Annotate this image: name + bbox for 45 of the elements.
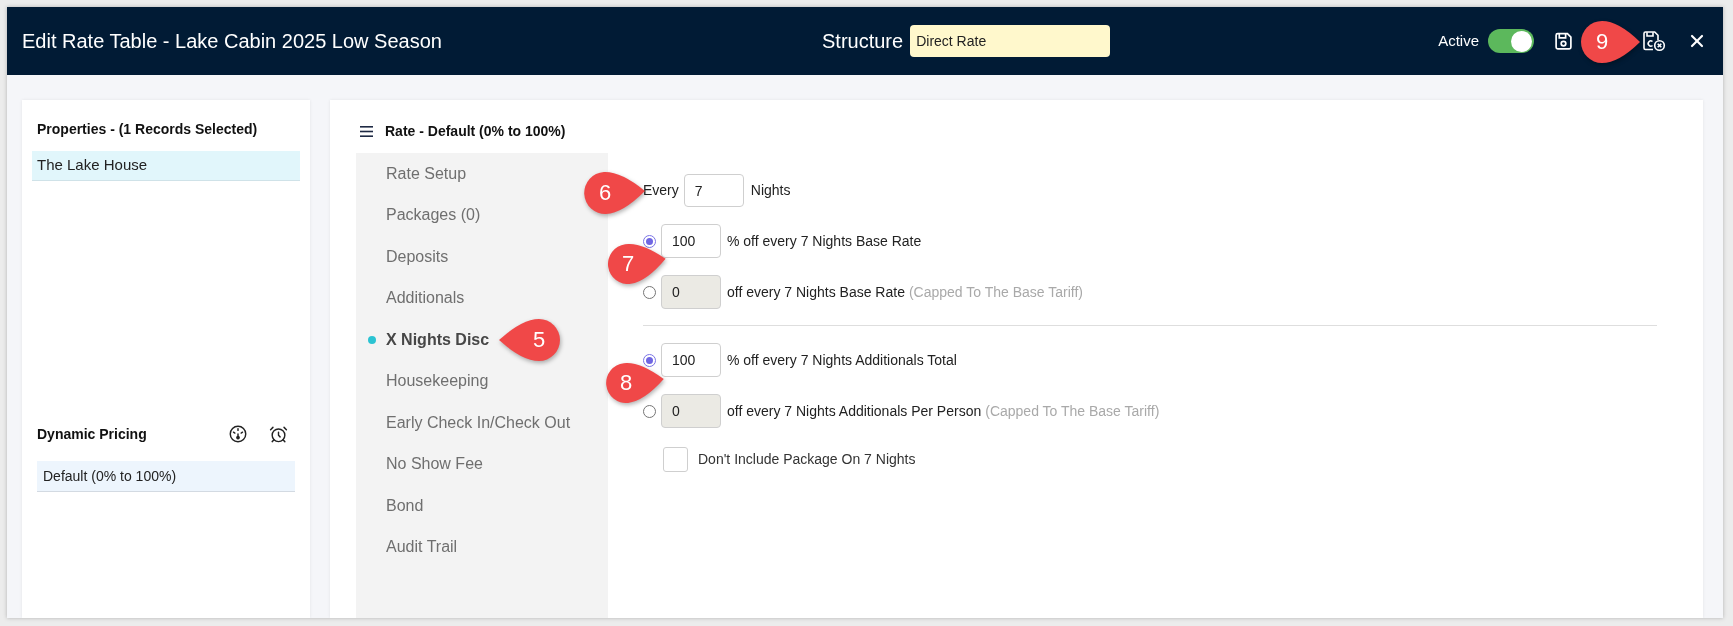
- floppy-x-icon[interactable]: [1642, 30, 1666, 52]
- menu-item[interactable]: X Nights Disc: [356, 319, 496, 361]
- pricing-item[interactable]: Default (0% to 100%): [37, 461, 295, 492]
- structure-field[interactable]: Direct Rate: [910, 25, 1111, 57]
- every-label: Every: [643, 181, 679, 200]
- menu-item[interactable]: Packages (0): [356, 194, 487, 236]
- section-title: Rate - Default (0% to 100%): [385, 121, 566, 141]
- radio-button[interactable]: [643, 234, 656, 248]
- option-label: % off every 7 Nights Additionals Total: [727, 350, 957, 370]
- active-label: Active: [1438, 30, 1479, 51]
- menu-item[interactable]: Bond: [356, 485, 430, 527]
- window-title: Edit Rate Table - Lake Cabin 2025 Low Season: [22, 29, 443, 54]
- nights-label: Nights: [750, 181, 791, 200]
- callout: 5: [499, 318, 560, 361]
- amount-field[interactable]: 100: [661, 224, 721, 258]
- menu-item[interactable]: Housekeeping: [356, 360, 495, 402]
- property-item[interactable]: The Lake House: [32, 151, 300, 181]
- panel-title: Properties - (1 Records Selected): [36, 120, 259, 139]
- checkbox[interactable]: [663, 447, 688, 472]
- option-note: (Capped To The Base Tariff): [908, 282, 1084, 302]
- option-note: (Capped To The Base Tariff): [985, 401, 1160, 421]
- menu-item[interactable]: Audit Trail: [356, 526, 464, 568]
- checkbox-label: Don't Include Package On 7 Nights: [698, 450, 916, 469]
- option-label: off every 7 Nights Base Rate: [727, 282, 905, 302]
- gauge-icon[interactable]: [229, 425, 247, 443]
- callout: 8: [606, 362, 664, 403]
- alarm-clock-icon[interactable]: [269, 424, 288, 444]
- callout: 9: [1581, 21, 1640, 63]
- amount-field[interactable]: 100: [661, 343, 721, 377]
- callout: 7: [608, 243, 666, 284]
- active-toggle[interactable]: [1488, 29, 1534, 53]
- menu-item[interactable]: Early Check In/Check Out: [356, 402, 577, 444]
- option-label: off every 7 Nights Additionals Per Person: [727, 401, 982, 421]
- menu-item[interactable]: No Show Fee: [356, 443, 489, 485]
- nights-field[interactable]: 7: [683, 174, 744, 207]
- menu-item[interactable]: Deposits: [356, 236, 455, 278]
- menu-item[interactable]: Additionals: [356, 277, 471, 319]
- structure-label: Structure: [822, 29, 904, 54]
- callout: 6: [584, 172, 645, 214]
- menu-icon[interactable]: [360, 125, 373, 137]
- save-icon[interactable]: [1554, 31, 1573, 51]
- radio-button[interactable]: [643, 353, 656, 367]
- option-label: % off every 7 Nights Base Rate: [727, 231, 922, 251]
- panel-title: Dynamic Pricing: [37, 424, 148, 444]
- menu-item[interactable]: Rate Setup: [356, 153, 473, 195]
